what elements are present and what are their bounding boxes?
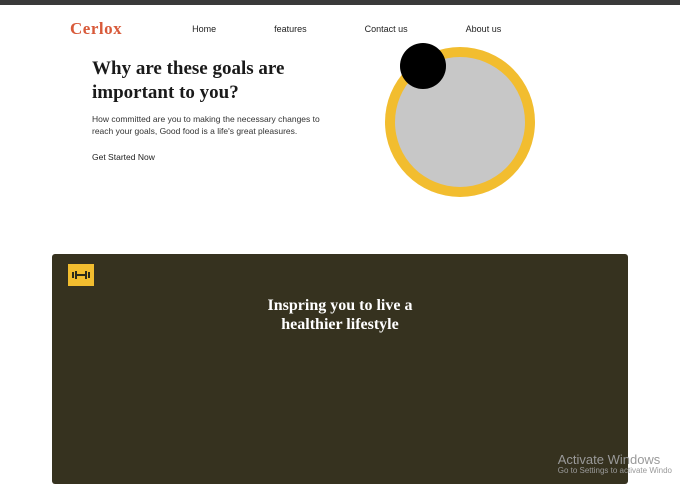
hero-subtitle: How committed are you to making the nece… [92,113,342,139]
header: Cerlox Home features Contact us About us [0,5,680,49]
black-circle [400,43,446,89]
brand-logo[interactable]: Cerlox [70,19,122,39]
nav-features[interactable]: features [274,24,307,34]
nav-home[interactable]: Home [192,24,216,34]
yellow-ring [385,47,535,197]
dumbbell-badge [68,264,94,286]
page-root: Cerlox Home features Contact us About us… [0,5,680,484]
hero-graphic [385,47,535,197]
hero-section: Why are these goals are important to you… [0,49,680,254]
inspire-section: Inspring you to live a healthier lifesty… [52,254,628,484]
get-started-button[interactable]: Get Started Now [92,152,155,162]
hero-title: Why are these goals are important to you… [92,57,352,105]
inspire-title: Inspring you to live a healthier lifesty… [240,296,440,334]
nav-contact[interactable]: Contact us [365,24,408,34]
main-nav: Home features Contact us About us [192,24,501,34]
nav-about[interactable]: About us [466,24,502,34]
dumbbell-icon [72,270,90,280]
